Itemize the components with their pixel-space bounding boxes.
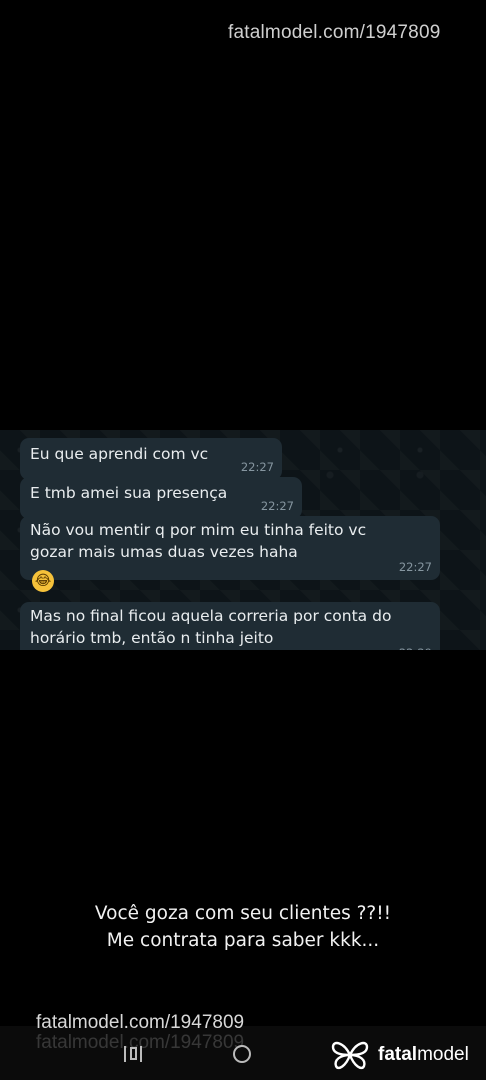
- message-text: Não vou mentir q por mim eu tinha feito …: [30, 521, 367, 561]
- butterfly-logo-icon: [331, 1041, 369, 1070]
- watermark-top: fatalmodel.com/1947809: [228, 22, 441, 43]
- message-time: 22:27: [260, 499, 294, 513]
- logo-text-regular: model: [417, 1044, 469, 1065]
- recents-box-icon: [129, 1047, 137, 1060]
- recents-button[interactable]: [124, 1046, 142, 1062]
- caption-line-2: Me contrata para saber kkk...: [106, 930, 380, 951]
- watermark-bottom: fatalmodel.com/1947809: [36, 1012, 245, 1033]
- home-button[interactable]: [233, 1045, 251, 1063]
- fatalmodel-logo: fatalmodel: [330, 1038, 469, 1072]
- message-text: E tmb amei sua presença: [30, 484, 228, 502]
- message-bubble[interactable]: Não vou mentir q por mim eu tinha feito …: [20, 516, 440, 580]
- message-time: 22:27: [398, 560, 432, 574]
- laughing-emoji-icon: 😂: [32, 570, 54, 592]
- logo-text: fatalmodel: [378, 1044, 469, 1066]
- message-bubble[interactable]: E tmb amei sua presença 22:27: [20, 477, 302, 519]
- message-text: Mas no final ficou aquela correria por c…: [30, 607, 392, 647]
- message-bubble[interactable]: Eu que aprendi com vc 22:27: [20, 438, 282, 480]
- message-time: 22:29: [399, 642, 432, 650]
- recents-bar-icon: [124, 1046, 126, 1062]
- message-time: 22:27: [240, 460, 274, 474]
- chat-screenshot: Eu que aprendi com vc 22:27 E tmb amei s…: [0, 430, 486, 650]
- logo-text-bold: fatal: [378, 1044, 418, 1065]
- caption-line-1: Você goza com seu clientes ??!!: [94, 903, 392, 924]
- message-text: Eu que aprendi com vc: [30, 445, 209, 463]
- message-bubble[interactable]: Mas no final ficou aquela correria por c…: [20, 602, 440, 650]
- recents-bar-icon: [140, 1046, 142, 1062]
